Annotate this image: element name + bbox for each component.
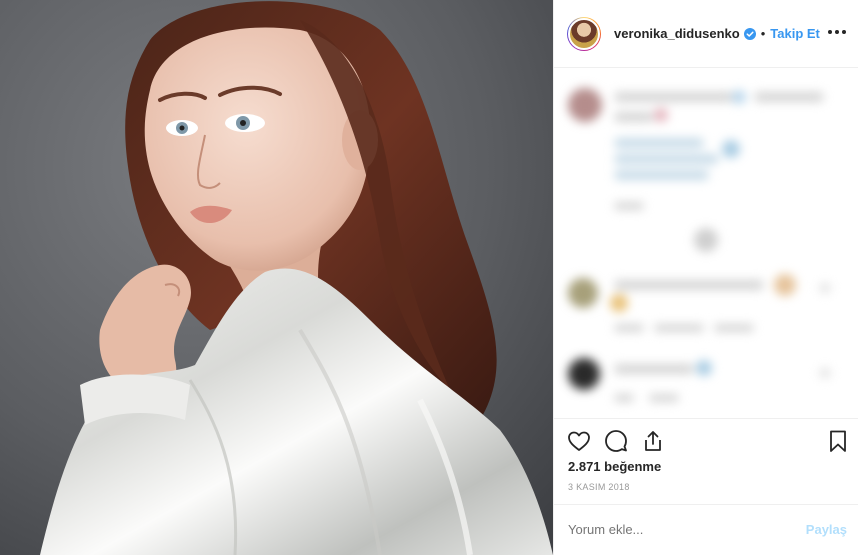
- bookmark-icon[interactable]: [826, 429, 850, 453]
- blurred-line: [614, 394, 634, 402]
- blurred-line: [614, 170, 709, 180]
- blurred-line: [714, 324, 754, 332]
- follow-button[interactable]: Takip Et: [770, 26, 820, 41]
- blurred-emoji: [696, 360, 712, 376]
- blurred-line: [614, 364, 694, 374]
- blurred-comments: [554, 68, 858, 418]
- add-comment-section: Paylaş: [554, 504, 858, 555]
- blurred-like: [819, 283, 831, 293]
- blurred-line: [754, 92, 824, 102]
- comment-avatar: [568, 358, 600, 390]
- share-icon[interactable]: [641, 429, 665, 453]
- separator-dot: •: [760, 26, 766, 41]
- blurred-emoji: [732, 90, 746, 104]
- blurred-line: [614, 280, 764, 290]
- action-bar: [554, 418, 858, 458]
- instagram-post-modal: veronika_didusenko • Takip Et 2.871 beğe…: [0, 0, 858, 555]
- blurred-line: [654, 324, 704, 332]
- blurred-line: [614, 112, 654, 122]
- blurred-like: [819, 368, 831, 378]
- blurred-emoji: [774, 274, 796, 296]
- avatar[interactable]: [568, 17, 600, 50]
- blurred-line: [614, 154, 719, 164]
- blurred-line: [614, 138, 704, 148]
- more-options-icon[interactable]: [827, 24, 847, 40]
- blurred-line: [614, 324, 644, 332]
- post-header: veronika_didusenko • Takip Et: [554, 0, 858, 68]
- blurred-emoji: [654, 108, 668, 122]
- post-date[interactable]: 3 KASIM 2018: [568, 482, 630, 492]
- blurred-loader: [694, 228, 718, 252]
- post-side-panel: veronika_didusenko • Takip Et 2.871 beğe…: [553, 0, 858, 555]
- blurred-line: [614, 92, 734, 102]
- post-photo[interactable]: [0, 0, 553, 555]
- comments-list-blurred[interactable]: [554, 68, 858, 418]
- likes-count[interactable]: 2.871 beğenme: [568, 459, 661, 474]
- post-comment-button[interactable]: Paylaş: [806, 522, 847, 537]
- comment-avatar: [568, 88, 602, 122]
- comment-icon[interactable]: [604, 429, 628, 453]
- blurred-emoji: [610, 294, 628, 312]
- comment-avatar: [568, 278, 598, 308]
- blurred-line: [649, 394, 679, 402]
- comment-input[interactable]: [568, 522, 788, 537]
- verified-badge-icon: [743, 27, 756, 40]
- blurred-line: [614, 202, 644, 210]
- story-ring[interactable]: [567, 16, 601, 51]
- blurred-emoji: [722, 140, 740, 158]
- portrait-image: [0, 0, 553, 555]
- heart-icon[interactable]: [567, 429, 591, 453]
- username-link[interactable]: veronika_didusenko: [614, 26, 740, 41]
